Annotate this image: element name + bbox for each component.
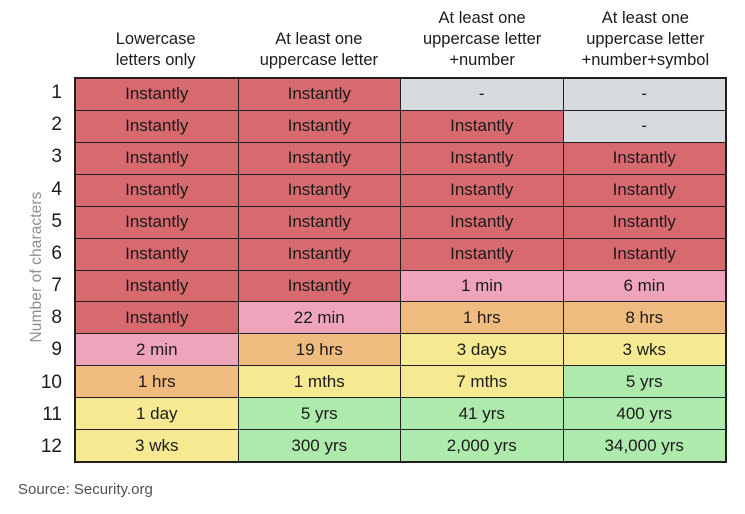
row-number-label: 11 — [42, 403, 62, 425]
column-header-line: uppercase letter — [586, 30, 705, 48]
table-row: Instantly 22 min 1 hrs 8 hrs — [76, 302, 725, 335]
heatmap-cell: 3 days — [401, 334, 564, 366]
heatmap-cell: Instantly — [563, 142, 725, 174]
row-number-label: 5 — [51, 210, 62, 232]
row-number-label: 12 — [40, 435, 62, 457]
column-header-line: uppercase letter — [259, 51, 379, 69]
table-row: Instantly Instantly Instantly Instantly — [76, 142, 725, 175]
heatmap-cell: 1 day — [76, 398, 239, 430]
source-caption: Source: Security.org — [18, 481, 153, 498]
heatmap-cell: Instantly — [76, 238, 239, 270]
table-row: 1 hrs 1 mths 7 mths 5 yrs — [76, 366, 725, 399]
heatmap-cell: Instantly — [238, 110, 401, 142]
column-header-line: letters only — [115, 51, 196, 69]
table-row: Instantly Instantly Instantly Instantly — [76, 206, 725, 239]
table-row: 2 min 19 hrs 3 days 3 wks — [76, 334, 725, 367]
heatmap-cell: 5 yrs — [238, 398, 401, 430]
heatmap-cell: Instantly — [76, 142, 239, 174]
column-header-line: At least one — [438, 9, 526, 27]
heatmap-cell: 3 wks — [563, 334, 725, 366]
heatmap-cell: Instantly — [238, 79, 401, 110]
column-header-line: +number+symbol — [581, 51, 710, 69]
column-header-line: +number — [449, 51, 515, 69]
heatmap-cell: 1 min — [401, 270, 564, 302]
table-row: Instantly Instantly Instantly - — [76, 110, 725, 143]
heatmap-cell: Instantly — [401, 174, 564, 206]
heatmap-cell: Instantly — [401, 206, 564, 238]
row-number-label: 2 — [51, 114, 62, 136]
heatmap-cell: 22 min — [238, 302, 401, 334]
row-number-label: 4 — [51, 178, 62, 200]
heatmap-cell: Instantly — [238, 206, 401, 238]
heatmap-cell: 1 mths — [238, 366, 401, 398]
column-header-line: uppercase letter — [422, 30, 542, 48]
heatmap-cell: - — [563, 110, 725, 142]
table-row: Instantly Instantly Instantly Instantly — [76, 174, 725, 207]
table-row: 3 wks 300 yrs 2,000 yrs 34,000 yrs — [76, 430, 725, 462]
heatmap-cell: 19 hrs — [238, 334, 401, 366]
table-row: Instantly Instantly Instantly Instantly — [76, 238, 725, 271]
heatmap-cell: 5 yrs — [563, 366, 725, 398]
heatmap-cell: 2 min — [76, 334, 239, 366]
column-header-2: At least one uppercase letter — [237, 0, 400, 74]
column-header-3: At least one uppercase letter +number — [401, 0, 564, 74]
heatmap-cell: 1 hrs — [76, 366, 239, 398]
row-number-label: 1 — [51, 82, 62, 104]
column-header-line: At least one — [601, 9, 689, 27]
heatmap-cell: 2,000 yrs — [401, 430, 564, 462]
row-number-gutter: 1 2 3 4 5 6 7 8 9 10 11 12 — [0, 77, 68, 463]
row-number-label: 6 — [51, 242, 62, 264]
heatmap-cell: 34,000 yrs — [563, 430, 725, 462]
row-number-label: 9 — [51, 339, 62, 361]
heatmap-cell: 1 hrs — [401, 302, 564, 334]
heatmap-cell: Instantly — [238, 238, 401, 270]
heatmap-cell: Instantly — [401, 238, 564, 270]
heatmap-cell: 7 mths — [401, 366, 564, 398]
heatmap-cell: Instantly — [563, 206, 725, 238]
row-number-label: 10 — [40, 371, 62, 393]
column-header-4: At least one uppercase letter +number+symb… — [564, 0, 727, 74]
row-number-label: 8 — [51, 307, 62, 329]
table-row: Instantly Instantly - - — [76, 79, 725, 111]
heatmap-cell: Instantly — [238, 270, 401, 302]
heatmap-cell: - — [401, 79, 564, 110]
heatmap-cell: Instantly — [563, 238, 725, 270]
heatmap-cell: Instantly — [76, 174, 239, 206]
heatmap-cell: Instantly — [76, 79, 239, 110]
heatmap-cell: Instantly — [76, 270, 239, 302]
heatmap-cell: 3 wks — [76, 430, 239, 462]
column-header-row: Lowercase letters only At least one upperca… — [74, 0, 727, 74]
heatmap-cell: 6 min — [563, 270, 725, 302]
heatmap-cell: Instantly — [401, 142, 564, 174]
column-header-line: Lowercase — [115, 30, 196, 48]
heatmap-grid: Instantly Instantly - - Instantly Instantly In… — [74, 77, 727, 463]
password-crack-time-heatmap: Number of characters Lowercase letters on… — [0, 0, 745, 514]
table-row: 1 day 5 yrs 41 yrs 400 yrs — [76, 398, 725, 431]
heatmap-cell: Instantly — [76, 110, 239, 142]
heatmap-cell: 8 hrs — [563, 302, 725, 334]
heatmap-cell: Instantly — [76, 302, 239, 334]
heatmap-cell: Instantly — [238, 174, 401, 206]
heatmap-cell: 400 yrs — [563, 398, 725, 430]
row-number-label: 7 — [51, 275, 62, 297]
column-header-1: Lowercase letters only — [74, 0, 237, 74]
heatmap-cell: 300 yrs — [238, 430, 401, 462]
heatmap-cell: Instantly — [238, 142, 401, 174]
heatmap-cell: 41 yrs — [401, 398, 564, 430]
heatmap-cell: - — [563, 79, 725, 110]
heatmap-cell: Instantly — [76, 206, 239, 238]
column-header-line: At least one — [275, 30, 363, 48]
table-row: Instantly Instantly 1 min 6 min — [76, 270, 725, 303]
row-number-label: 3 — [51, 146, 62, 168]
heatmap-cell: Instantly — [401, 110, 564, 142]
heatmap-cell: Instantly — [563, 174, 725, 206]
